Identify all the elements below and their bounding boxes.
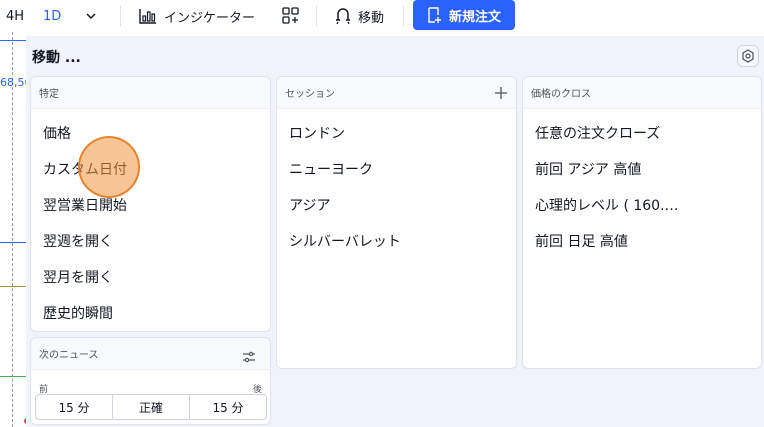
session-list: ロンドン ニューヨーク アジア シルバーバレット [277, 115, 516, 259]
toolbar-divider [120, 6, 121, 26]
price-cross-header: 価格のクロス [523, 77, 761, 109]
new-order-icon [428, 7, 441, 23]
interval-1d-button[interactable]: 1D [43, 0, 61, 32]
news-option-exact[interactable]: 正確 [113, 395, 190, 419]
move-button[interactable]: 移動 [334, 0, 384, 32]
price-cross-list: 任意の注文クローズ 前回 アジア 高値 心理的レベル ( 160.… 前回 日足… [523, 115, 761, 259]
specific-item-price[interactable]: 価格 [31, 115, 270, 151]
price-cross-card: 価格のクロス 任意の注文クローズ 前回 アジア 高値 心理的レベル ( 160.… [522, 76, 762, 369]
specific-header: 特定 [31, 77, 270, 109]
cross-item-any-order-close[interactable]: 任意の注文クローズ [523, 115, 761, 151]
plus-icon [495, 87, 507, 99]
crosshair-line [12, 32, 13, 427]
specific-card: 特定 価格 カスタム日付 翌営業日開始 翌週を開く 翌月を開く 歴史的瞬間 [30, 76, 271, 332]
news-option-before-15m[interactable]: 15 分 [36, 395, 113, 419]
price-line [0, 242, 26, 243]
next-news-header: 次のニュース [31, 338, 270, 370]
chart-area[interactable]: 68,56 [0, 32, 26, 427]
indicators-label: インジケーター [164, 10, 256, 26]
panel-title: 移動 ... [32, 50, 81, 66]
news-timing-segmented-control: 15 分 正確 15 分 [35, 394, 267, 420]
session-item-newyork[interactable]: ニューヨーク [277, 151, 516, 187]
new-order-label: 新規注文 [449, 9, 502, 25]
chevron-down-icon [86, 13, 96, 20]
move-panel: 移動 ... 特定 価格 カスタム日付 翌営業日開始 翌週を開く 翌月を開く 歴… [26, 36, 764, 427]
specific-item-next-week[interactable]: 翌週を開く [31, 223, 270, 259]
session-card: セッション ロンドン ニューヨーク アジア シルバーバレット [276, 76, 517, 369]
toolbar-divider [403, 6, 404, 26]
grid-plus-icon [282, 7, 299, 24]
cross-item-psychological-level[interactable]: 心理的レベル ( 160.… [523, 187, 761, 223]
cross-item-prev-daily-high[interactable]: 前回 日足 高値 [523, 223, 761, 259]
session-header: セッション [277, 77, 516, 109]
specific-item-next-business-day[interactable]: 翌営業日開始 [31, 187, 270, 223]
price-line [0, 286, 26, 287]
new-order-button[interactable]: 新規注文 [413, 0, 515, 30]
price-line [0, 376, 26, 377]
gear-icon [742, 49, 754, 63]
cross-item-prev-asia-high[interactable]: 前回 アジア 高値 [523, 151, 761, 187]
chart-bars-icon [139, 9, 156, 24]
specific-list: 価格 カスタム日付 翌営業日開始 翌週を開く 翌月を開く 歴史的瞬間 [31, 115, 270, 331]
session-item-london[interactable]: ロンドン [277, 115, 516, 151]
sliders-icon [243, 351, 255, 363]
toolbar-divider [316, 6, 317, 26]
news-filter-button[interactable] [242, 348, 256, 367]
news-option-after-15m[interactable]: 15 分 [190, 395, 266, 419]
add-session-button[interactable] [494, 85, 508, 99]
settings-button[interactable] [737, 45, 759, 67]
move-label: 移動 [358, 10, 385, 26]
magnet-icon [336, 8, 350, 25]
interval-4h-button[interactable]: 4H [6, 0, 24, 32]
session-item-asia[interactable]: アジア [277, 187, 516, 223]
price-tag: 68,56 [0, 76, 26, 89]
interval-dropdown-button[interactable] [84, 0, 98, 32]
top-toolbar: 4H 1D インジケーター 移動 新規注文 [0, 0, 764, 32]
price-line [0, 40, 26, 41]
specific-item-next-month[interactable]: 翌月を開く [31, 259, 270, 295]
indicators-button[interactable]: インジケーター [138, 0, 255, 32]
next-news-card: 次のニュース 前 後 15 分 正確 15 分 [30, 337, 271, 425]
specific-item-historical-moment[interactable]: 歴史的瞬間 [31, 295, 270, 331]
session-item-silver-bullet[interactable]: シルバーバレット [277, 223, 516, 259]
layout-grid-button[interactable] [281, 0, 301, 32]
click-highlight [78, 136, 140, 198]
specific-item-custom-date[interactable]: カスタム日付 [31, 151, 270, 187]
